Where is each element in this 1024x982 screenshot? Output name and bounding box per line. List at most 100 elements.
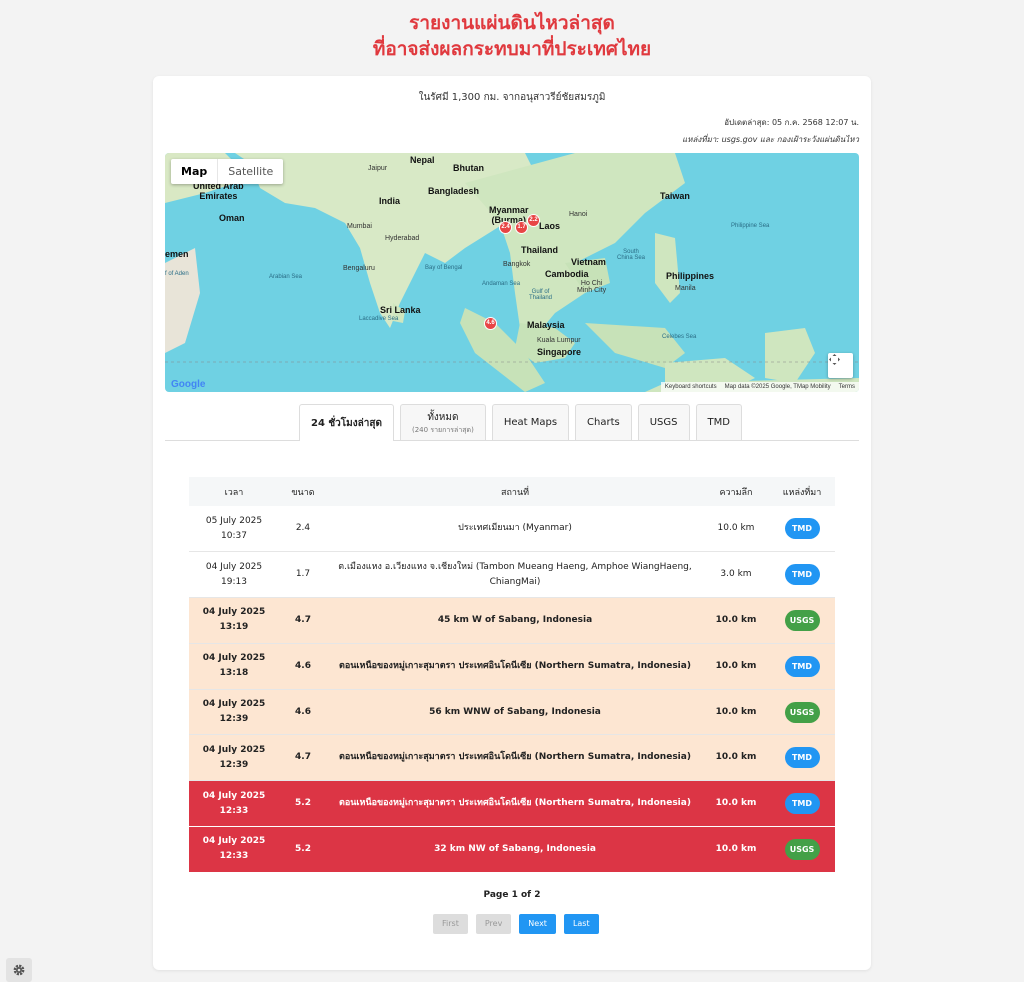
map-label-south-china-sea: South China Sea [617, 249, 646, 261]
map-label-arabian-sea: Arabian Sea [269, 274, 303, 280]
time-text: 12:39 [219, 759, 249, 770]
tab-label: TMD [707, 417, 730, 428]
tab-all[interactable]: ทั้งหมด (240 รายการล่าสุด) [400, 404, 486, 440]
magnitude-cell: 4.7 [295, 752, 311, 763]
depth-cell: 10.0 km [715, 614, 757, 625]
magnitude-cell: 2.4 [295, 523, 311, 534]
map-label-malaysia: Malaysia [527, 320, 565, 330]
time-text: 13:18 [219, 668, 249, 679]
tab-last-24-hours[interactable]: 24 ชั่วโมงล่าสุด [299, 404, 394, 441]
prev-page-button[interactable]: Prev [475, 914, 512, 934]
source-badge[interactable]: TMD [784, 564, 820, 586]
map-label-manila: Manila [675, 285, 696, 292]
map-label-gulf-of-aden: f of Aden [165, 271, 189, 277]
map-type-satellite-button[interactable]: Satellite [218, 159, 283, 184]
map-label-nepal: Nepal [410, 155, 435, 165]
report-card: ในรัศมี 1,300 กม. จากอนุสาวรีย์ชัยสมรภูม… [153, 76, 871, 970]
next-page-button[interactable]: Next [519, 914, 556, 934]
tab-charts[interactable]: Charts [575, 404, 632, 440]
magnitude-cell: 4.6 [295, 660, 311, 671]
column-header-magnitude: ขนาด [291, 487, 315, 498]
quake-marker[interactable]: 4.6 [484, 317, 497, 330]
depth-cell: 10.0 km [717, 523, 755, 534]
tab-usgs[interactable]: USGS [637, 404, 690, 440]
map-label-hanoi: Hanoi [569, 211, 588, 218]
column-header-depth: ความลึก [719, 487, 753, 498]
time-text: 13:19 [219, 622, 249, 633]
map-label-jaipur: Jaipur [368, 165, 388, 172]
tab-heat-maps[interactable]: Heat Maps [491, 404, 570, 440]
view-tabs: 24 ชั่วโมงล่าสุด ทั้งหมด (240 รายการล่าส… [165, 404, 859, 441]
source-badge[interactable]: USGS [784, 838, 820, 860]
source-badge[interactable]: TMD [784, 793, 820, 815]
map-label-taiwan: Taiwan [660, 191, 690, 201]
source-badge[interactable]: TMD [784, 747, 820, 769]
time-text: 12:33 [219, 805, 249, 816]
source-badge[interactable]: TMD [784, 655, 820, 677]
time-cell: 04 July 2025 12:39 [189, 689, 279, 735]
tab-label: ทั้งหมด [427, 411, 459, 423]
map-label-bhutan: Bhutan [453, 163, 484, 173]
time-cell: 04 July 2025 19:13 [189, 552, 279, 598]
map-label-oman: Oman [219, 213, 245, 223]
time-text: 12:33 [219, 851, 249, 862]
map-label-philippine-sea: Philippine Sea [731, 223, 770, 229]
source-cell: USGS [769, 689, 835, 735]
earthquake-map[interactable]: Nepal Bhutan Bangladesh India Myanmar (B… [165, 153, 859, 392]
table-row: 04 July 2025 19:13 1.7 ต.เมืองแหง อ.เวียงแห… [189, 552, 835, 598]
title-line-2: ที่อาจส่งผลกระทบมาที่ประเทศไทย [372, 38, 652, 60]
time-cell: 05 July 2025 10:37 [189, 506, 279, 552]
source-badge[interactable]: USGS [784, 609, 820, 631]
magnitude-cell: 1.7 [295, 569, 311, 580]
location-cell: ตอนเหนือของหมู่เกาะสุมาตรา ประเทศอินโดนี… [339, 660, 691, 671]
column-header-source: แหล่งที่มา [782, 487, 822, 498]
map-label-cambodia: Cambodia [545, 269, 589, 279]
depth-cell: 10.0 km [715, 660, 757, 671]
tab-tmd[interactable]: TMD [695, 404, 742, 440]
quake-marker[interactable]: 2.4 [499, 221, 512, 234]
location-cell: 45 km W of Sabang, Indonesia [437, 614, 593, 625]
page-title: รายงานแผ่นดินไหวล่าสุด ที่อาจส่งผลกระทบม… [0, 10, 1024, 62]
table-row: 04 July 2025 12:39 4.6 56 km WNW of Sabang,… [189, 689, 835, 735]
depth-cell: 3.0 km [720, 569, 752, 580]
date-text: 04 July 2025 [205, 561, 263, 572]
first-page-button[interactable]: First [433, 914, 468, 934]
map-type-map-button[interactable]: Map [171, 159, 219, 184]
radius-subtitle: ในรัศมี 1,300 กม. จากอนุสาวรีย์ชัยสมรภูม… [418, 92, 606, 103]
map-label-philippines: Philippines [666, 271, 715, 281]
map-label-laos: Laos [539, 221, 561, 231]
map-label-uae: United Arab Emirates [193, 181, 244, 201]
map-land-layer [165, 153, 859, 392]
terms-link[interactable]: Terms [839, 382, 855, 392]
source-cell: TMD [769, 781, 835, 827]
date-text: 04 July 2025 [202, 653, 266, 664]
last-updated: อัปเดตล่าสุด: 05 ก.ค. 2568 12:07 น. [724, 118, 859, 127]
map-label-mumbai: Mumbai [347, 223, 372, 230]
map-footer: Keyboard shortcuts Map data ©2025 Google… [660, 382, 859, 392]
map-label-celebes-sea: Celebes Sea [662, 334, 697, 340]
map-label-singapore: Singapore [537, 347, 582, 357]
fullscreen-icon [829, 354, 840, 365]
table-body: 05 July 2025 10:37 2.4 ประเทศเมียนมา (Myanm… [189, 506, 835, 873]
map-label-bay-of-bengal: Bay of Bengal [425, 265, 463, 271]
map-label-bangkok: Bangkok [503, 261, 531, 268]
fullscreen-button[interactable] [828, 353, 853, 378]
date-text: 05 July 2025 [205, 515, 263, 526]
depth-cell: 10.0 km [715, 752, 757, 763]
time-cell: 04 July 2025 12:39 [189, 735, 279, 781]
source-badge[interactable]: USGS [784, 701, 820, 723]
map-label-thailand: Thailand [521, 245, 559, 255]
location-cell: ประเทศเมียนมา (Myanmar) [458, 523, 572, 534]
date-text: 04 July 2025 [202, 607, 266, 618]
time-text: 10:37 [221, 530, 247, 541]
table-row: 05 July 2025 10:37 2.4 ประเทศเมียนมา (Myanm… [189, 506, 835, 552]
google-logo: Google [171, 379, 206, 390]
quake-marker[interactable]: 1.7 [515, 221, 528, 234]
last-page-button[interactable]: Last [563, 914, 599, 934]
source-badge[interactable]: TMD [784, 518, 820, 540]
map-label-gulf-of-thailand: Gulf of Thailand [529, 289, 553, 301]
settings-button[interactable] [6, 958, 32, 982]
keyboard-shortcuts-link[interactable]: Keyboard shortcuts [665, 382, 717, 392]
quake-marker[interactable]: 2.2 [527, 214, 540, 227]
magnitude-cell: 4.6 [295, 706, 311, 717]
